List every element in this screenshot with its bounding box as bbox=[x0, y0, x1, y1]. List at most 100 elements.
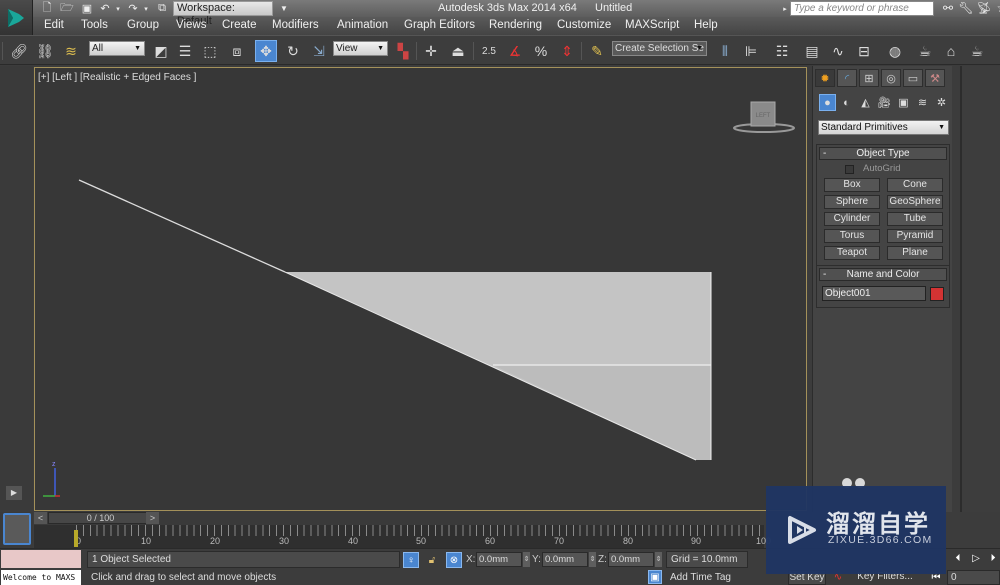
lights-icon[interactable]: ◭ bbox=[857, 94, 874, 111]
viewcube[interactable]: LEFT bbox=[732, 100, 796, 136]
unlink-icon[interactable]: ⛓︎ bbox=[34, 40, 56, 62]
add-time-tag-button[interactable]: Add Time Tag bbox=[666, 570, 748, 585]
cone-button[interactable]: Cone bbox=[887, 178, 943, 192]
viewport-left[interactable]: [+] [Left ] [Realistic + Edged Faces ] z… bbox=[34, 67, 807, 511]
bind-space-warp-icon[interactable]: ≋ bbox=[60, 40, 82, 62]
menu-edit[interactable]: Edit bbox=[44, 19, 64, 31]
menu-rendering[interactable]: Rendering bbox=[489, 19, 542, 31]
render-setup-icon[interactable]: ☕︎ bbox=[914, 40, 936, 62]
customize-quick-access-icon[interactable]: ▼ bbox=[279, 1, 289, 16]
binoculars-icon[interactable]: ⚯ bbox=[940, 1, 956, 16]
redo-icon[interactable]: ↷ bbox=[126, 1, 140, 16]
menu-tools[interactable]: Tools bbox=[81, 19, 108, 31]
x-spinner[interactable]: ⇕ bbox=[523, 552, 530, 567]
search-input[interactable]: Type a keyword or phrase bbox=[790, 1, 934, 16]
spinner-snap-icon[interactable]: ⇕ bbox=[556, 40, 578, 62]
open-file-icon[interactable]: 🗁 bbox=[60, 1, 74, 16]
satellite-icon[interactable]: 📡︎ bbox=[976, 1, 992, 16]
material-editor-icon[interactable]: ◍ bbox=[884, 40, 906, 62]
undo-dropdown-icon[interactable]: ▾ bbox=[114, 1, 122, 16]
object-name-input[interactable]: Object001 bbox=[822, 286, 927, 301]
play-animation-icon[interactable]: ▷ bbox=[968, 550, 984, 566]
track-bar[interactable]: 0 10 20 30 40 50 60 70 80 90 100 bbox=[34, 525, 771, 548]
menu-maxscript[interactable]: MAXScript bbox=[625, 19, 679, 31]
select-object-icon[interactable]: ◩ bbox=[150, 40, 172, 62]
rendered-frame-window-icon[interactable]: ⌂ bbox=[940, 40, 962, 62]
geosphere-button[interactable]: GeoSphere bbox=[887, 195, 943, 209]
wrench-icon[interactable]: 🔧︎ bbox=[958, 1, 974, 16]
project-folder-icon[interactable]: ⧉ bbox=[155, 1, 169, 16]
object-type-header[interactable]: - Object Type bbox=[819, 147, 947, 160]
systems-icon[interactable]: ✲ bbox=[933, 94, 950, 111]
absolute-mode-transform-icon[interactable]: ⊗ bbox=[446, 552, 462, 568]
pyramid-button[interactable]: Pyramid bbox=[887, 229, 943, 243]
utilities-tab-icon[interactable]: ⚒ bbox=[925, 69, 945, 87]
name-and-color-header[interactable]: - Name and Color bbox=[819, 268, 947, 281]
reference-coordinate-dropdown[interactable]: View bbox=[333, 41, 388, 56]
maxscript-expand-button[interactable]: ▶ bbox=[6, 486, 22, 500]
maxscript-listener-input[interactable]: Welcome to MAXS bbox=[1, 570, 81, 585]
create-tab-icon[interactable]: ✹ bbox=[815, 69, 835, 87]
toolbar-grip[interactable] bbox=[2, 42, 3, 60]
menu-animation[interactable]: Animation bbox=[337, 19, 388, 31]
named-selection-dropdown[interactable]: Create Selection Se bbox=[612, 41, 707, 56]
angle-snap-icon[interactable]: ∡ bbox=[504, 40, 526, 62]
mirror-icon[interactable]: ⫴ bbox=[714, 40, 736, 62]
time-tag-icon[interactable]: ▣ bbox=[648, 570, 662, 584]
redo-dropdown-icon[interactable]: ▾ bbox=[142, 1, 150, 16]
next-frame-icon[interactable]: ⏵ bbox=[985, 550, 1000, 566]
snaps-toggle-icon[interactable]: 2.5 bbox=[478, 40, 500, 62]
search-expand-icon[interactable]: ▸ bbox=[781, 1, 789, 16]
new-file-icon[interactable]: 🗋 bbox=[40, 1, 54, 16]
helpers-icon[interactable]: ▣ bbox=[895, 94, 912, 111]
menu-help[interactable]: Help bbox=[694, 19, 718, 31]
space-warps-icon[interactable]: ≋ bbox=[914, 94, 931, 111]
keyboard-shortcut-override-icon[interactable]: ⏏ bbox=[447, 40, 469, 62]
shapes-icon[interactable]: ◐ bbox=[838, 94, 855, 111]
time-slider-prev-button[interactable]: < bbox=[34, 512, 47, 524]
menu-create[interactable]: Create bbox=[222, 19, 257, 31]
motion-tab-icon[interactable]: ◎ bbox=[881, 69, 901, 87]
time-slider-next-button[interactable]: > bbox=[146, 512, 159, 524]
menu-modifiers[interactable]: Modifiers bbox=[272, 19, 319, 31]
select-manipulate-icon[interactable]: ✛ bbox=[420, 40, 442, 62]
select-by-name-icon[interactable]: ☰ bbox=[174, 40, 196, 62]
teapot-button[interactable]: Teapot bbox=[824, 246, 880, 260]
menu-group[interactable]: Group bbox=[127, 19, 159, 31]
sphere-button[interactable]: Sphere bbox=[824, 195, 880, 209]
y-coordinate-input[interactable]: 0.0mm bbox=[542, 552, 588, 567]
selection-lock-icon[interactable]: 🔓︎ bbox=[424, 552, 440, 568]
previous-frame-icon[interactable]: ⏴ bbox=[950, 550, 966, 566]
workspace-dropdown[interactable]: Workspace: Default bbox=[173, 1, 273, 27]
object-color-swatch[interactable] bbox=[930, 286, 944, 301]
menu-graph-editors[interactable]: Graph Editors bbox=[404, 19, 475, 31]
select-and-rotate-icon[interactable]: ↻ bbox=[282, 40, 304, 62]
tube-button[interactable]: Tube bbox=[887, 212, 943, 226]
z-coordinate-input[interactable]: 0.0mm bbox=[608, 552, 654, 567]
window-crossing-icon[interactable]: ⧈ bbox=[226, 40, 248, 62]
curve-editor-icon[interactable]: ∿ bbox=[827, 40, 849, 62]
align-icon[interactable]: ⊫ bbox=[740, 40, 762, 62]
command-panel-scroll-area[interactable] bbox=[960, 66, 1000, 512]
display-tab-icon[interactable]: ▭ bbox=[903, 69, 923, 87]
save-icon[interactable]: ▣ bbox=[80, 1, 94, 16]
hierarchy-tab-icon[interactable]: ⊞ bbox=[859, 69, 879, 87]
autogrid-checkbox[interactable] bbox=[845, 165, 854, 174]
star-icon[interactable]: ☆ bbox=[994, 1, 1000, 16]
select-and-scale-icon[interactable]: ⇲ bbox=[308, 40, 330, 62]
app-menu-button[interactable] bbox=[0, 0, 33, 35]
current-frame-marker[interactable] bbox=[74, 530, 78, 547]
x-coordinate-input[interactable]: 0.0mm bbox=[476, 552, 522, 567]
category-dropdown[interactable]: Standard Primitives bbox=[818, 120, 949, 135]
time-slider[interactable]: < 0 / 100 > bbox=[34, 511, 760, 525]
cameras-icon[interactable]: 🎥︎ bbox=[876, 94, 893, 111]
geometry-icon[interactable]: ● bbox=[819, 94, 836, 111]
edit-named-selection-icon[interactable]: ✎ bbox=[586, 40, 608, 62]
z-spinner[interactable]: ⇕ bbox=[655, 552, 662, 567]
scene-explorer-icon[interactable]: ▤ bbox=[801, 40, 823, 62]
layer-explorer-icon[interactable]: ☷ bbox=[771, 40, 793, 62]
open-mini-curve-editor-button[interactable] bbox=[3, 513, 31, 545]
undo-icon[interactable]: ↶ bbox=[98, 1, 112, 16]
cylinder-button[interactable]: Cylinder bbox=[824, 212, 880, 226]
plane-button[interactable]: Plane bbox=[887, 246, 943, 260]
